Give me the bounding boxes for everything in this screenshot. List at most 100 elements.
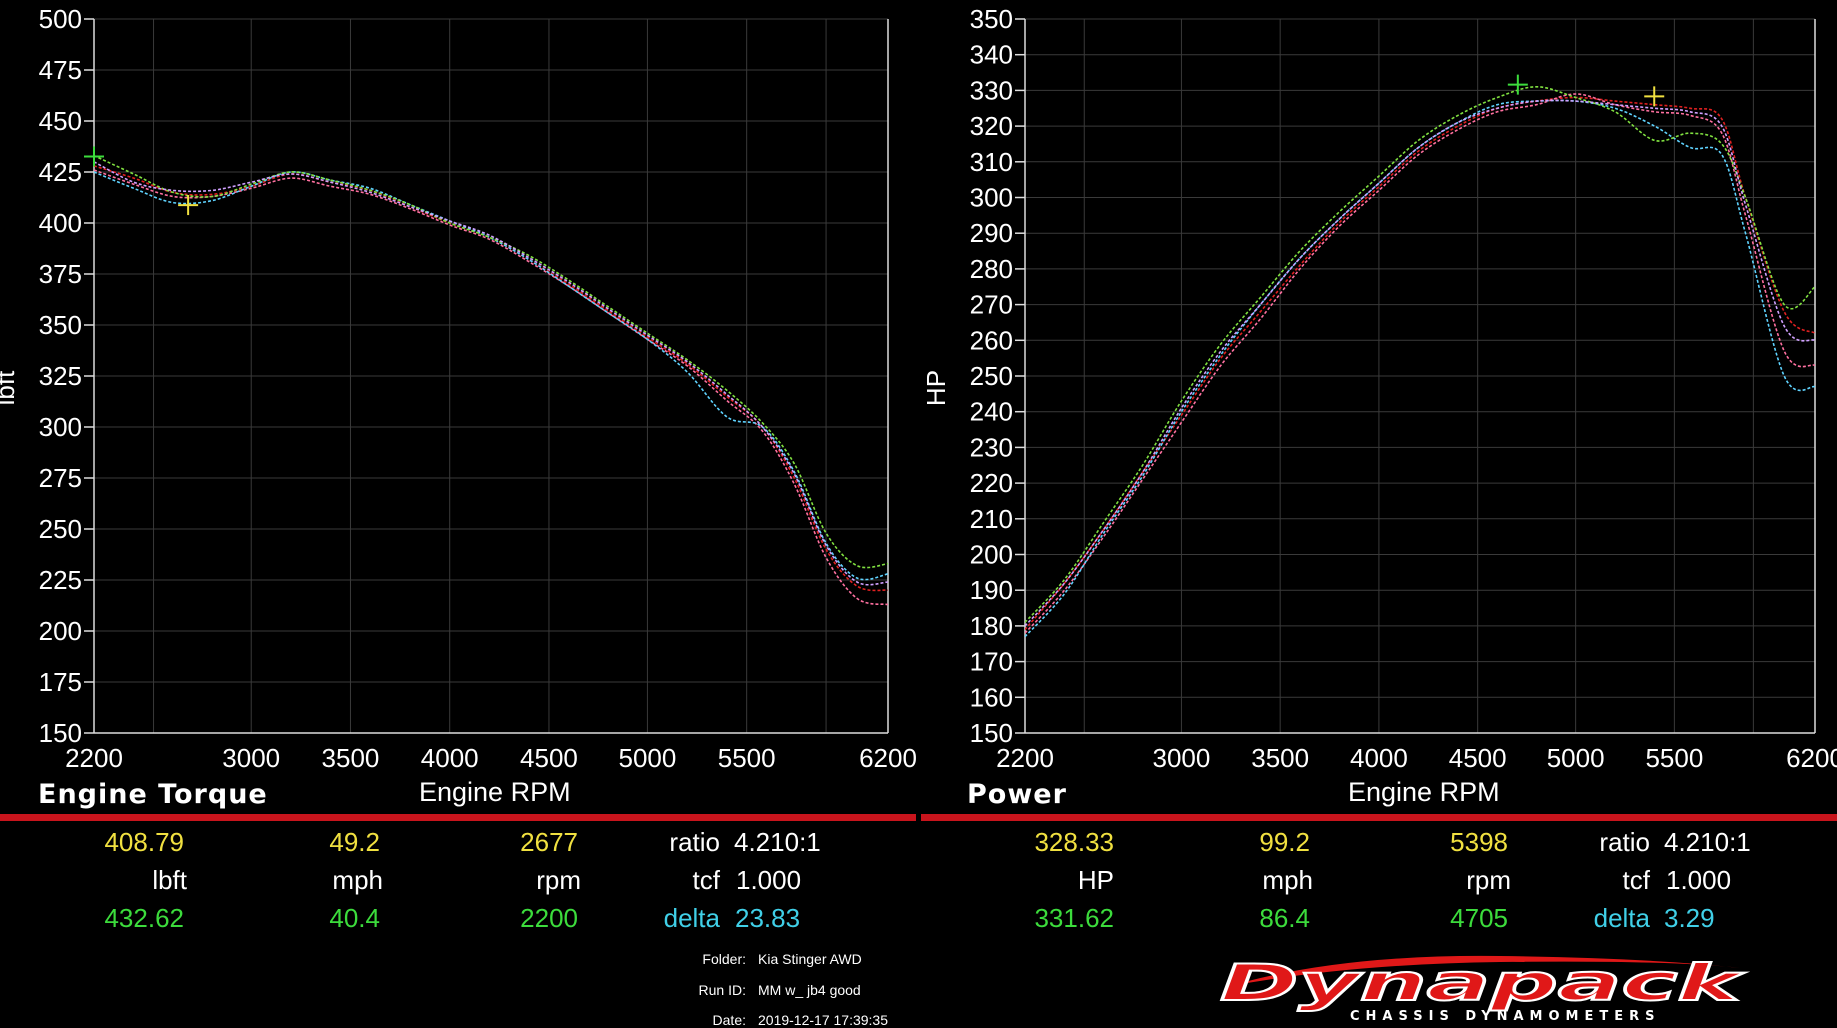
logo-wordmark: Dynapack [1220, 954, 1745, 1012]
torque-cursor1-value: 408.79 [104, 827, 184, 857]
power-tcf-label: tcf [1622, 865, 1650, 895]
power-cursor2-rpm: 4705 [1450, 903, 1508, 933]
power-x-axis-label: Engine RPM [1348, 777, 1500, 807]
torque-separator-bar [0, 814, 916, 821]
power-series-line [1025, 99, 1815, 638]
power-separator-bar [921, 814, 1837, 821]
torque-y-tick-label: 300 [39, 412, 82, 442]
power-x-tick-label: 3500 [1251, 743, 1309, 773]
power-y-tick-label: 160 [970, 682, 1013, 712]
torque-y-tick-label: 200 [39, 616, 82, 646]
power-x-tick-label: 5000 [1547, 743, 1605, 773]
power-y-tick-label: 310 [970, 147, 1013, 177]
torque-cursor2-rpm: 2200 [520, 903, 578, 933]
torque-x-tick-label: 5000 [618, 743, 676, 773]
torque-y-tick-label: 475 [39, 55, 82, 85]
power-cursor2-value: 331.62 [1034, 903, 1114, 933]
power-y-axis-label: HP [921, 370, 951, 406]
torque-x-tick-label: 4000 [421, 743, 479, 773]
folder-label: Folder: [702, 951, 746, 967]
power-y-tick-label: 230 [970, 432, 1013, 462]
torque-series-line [94, 161, 888, 586]
power-cursor1-speed: 99.2 [1259, 827, 1310, 857]
torque-tcf-value: 1.000 [736, 865, 802, 895]
power-y-tick-label: 240 [970, 397, 1013, 427]
power-y-tick-label: 280 [970, 254, 1013, 284]
torque-tcf-label: tcf [692, 865, 720, 895]
power-unit-value: HP [1077, 865, 1114, 895]
power-unit-speed: mph [1262, 865, 1313, 895]
torque-delta-value: 23.83 [735, 903, 801, 933]
torque-series-line [94, 154, 888, 569]
power-x-tick-label: 4000 [1350, 743, 1408, 773]
power-series-line [1025, 93, 1815, 634]
torque-x-tick-label: 3000 [222, 743, 280, 773]
torque-y-tick-label: 375 [39, 259, 82, 289]
power-chart: 350 340 330 320 310 300 290 280 270 260 250 240 230 2… [921, 4, 1837, 773]
torque-y-tick-label: 400 [39, 208, 82, 238]
torque-x-tick-label: 6200 [859, 743, 917, 773]
torque-x-tick-label: 3500 [322, 743, 380, 773]
torque-x-axis-label: Engine RPM [419, 777, 571, 807]
power-y-tick-label: 180 [970, 611, 1013, 641]
power-x-tick-label: 3000 [1152, 743, 1210, 773]
power-x-tick-label: 5500 [1645, 743, 1703, 773]
folder-value: Kia Stinger AWD [758, 951, 862, 967]
torque-x-tick-label: 4500 [520, 743, 578, 773]
power-tcf-value: 1.000 [1666, 865, 1732, 895]
torque-y-tick-label: 500 [39, 4, 82, 34]
power-y-tick-label: 200 [970, 540, 1013, 570]
torque-unit-rpm: rpm [536, 865, 581, 895]
power-y-tick-label: 190 [970, 575, 1013, 605]
power-cursor1-rpm: 5398 [1450, 827, 1508, 857]
power-ratio-label: ratio [1599, 827, 1650, 857]
power-y-tick-label: 210 [970, 504, 1013, 534]
power-cursor2-speed: 86.4 [1259, 903, 1310, 933]
torque-cursor1-speed: 49.2 [329, 827, 380, 857]
power-series-line [1025, 96, 1815, 631]
run-id-value: MM w_ jb4 good [758, 982, 861, 998]
date-label: Date: [712, 1012, 746, 1028]
power-y-tick-label: 270 [970, 290, 1013, 320]
power-cursor1-value: 328.33 [1034, 827, 1114, 857]
power-y-tick-label: 300 [970, 183, 1013, 213]
dynapack-logo: Dynapack CHASSIS DYNAMOMETERS [1219, 953, 1746, 1024]
power-y-tick-label: 220 [970, 468, 1013, 498]
torque-unit-speed: mph [332, 865, 383, 895]
power-unit-rpm: rpm [1466, 865, 1511, 895]
power-series-line [1025, 85, 1815, 623]
torque-panel-title: Engine Torque [38, 779, 268, 810]
torque-y-tick-label: 250 [39, 514, 82, 544]
power-y-tick-label: 260 [970, 325, 1013, 355]
power-x-tick-label: 2200 [996, 743, 1054, 773]
power-y-tick-label: 330 [970, 75, 1013, 105]
power-delta-value: 3.29 [1664, 903, 1715, 933]
torque-series-line [94, 165, 888, 592]
torque-y-tick-label: 175 [39, 667, 82, 697]
power-series-line [1025, 99, 1815, 627]
power-y-tick-label: 320 [970, 111, 1013, 141]
torque-cursor1-rpm: 2677 [520, 827, 578, 857]
power-y-tick-label: 350 [970, 4, 1013, 34]
power-y-tick-label: 290 [970, 218, 1013, 248]
power-y-tick-label: 340 [970, 40, 1013, 70]
power-ratio-value: 4.210:1 [1664, 827, 1751, 857]
torque-y-tick-label: 225 [39, 565, 82, 595]
power-x-tick-label: 6200 [1786, 743, 1837, 773]
torque-x-tick-label: 5500 [718, 743, 776, 773]
power-delta-label: delta [1593, 903, 1650, 933]
torque-y-tick-label: 325 [39, 361, 82, 391]
power-y-tick-label: 250 [970, 361, 1013, 391]
torque-ratio-label: ratio [669, 827, 720, 857]
date-value: 2019-12-17 17:39:35 [758, 1012, 888, 1028]
torque-ratio-value: 4.210:1 [734, 827, 821, 857]
torque-y-tick-label: 350 [39, 310, 82, 340]
torque-y-tick-label: 450 [39, 106, 82, 136]
torque-delta-label: delta [663, 903, 720, 933]
torque-cursor2-speed: 40.4 [329, 903, 380, 933]
torque-chart: 500 475 450 425 400 375 350 325 300 275 250 225 200 1… [0, 4, 917, 773]
power-panel-title: Power [967, 779, 1067, 810]
torque-y-tick-label: 275 [39, 463, 82, 493]
torque-cursor2-value: 432.62 [104, 903, 184, 933]
torque-y-tick-label: 425 [39, 157, 82, 187]
